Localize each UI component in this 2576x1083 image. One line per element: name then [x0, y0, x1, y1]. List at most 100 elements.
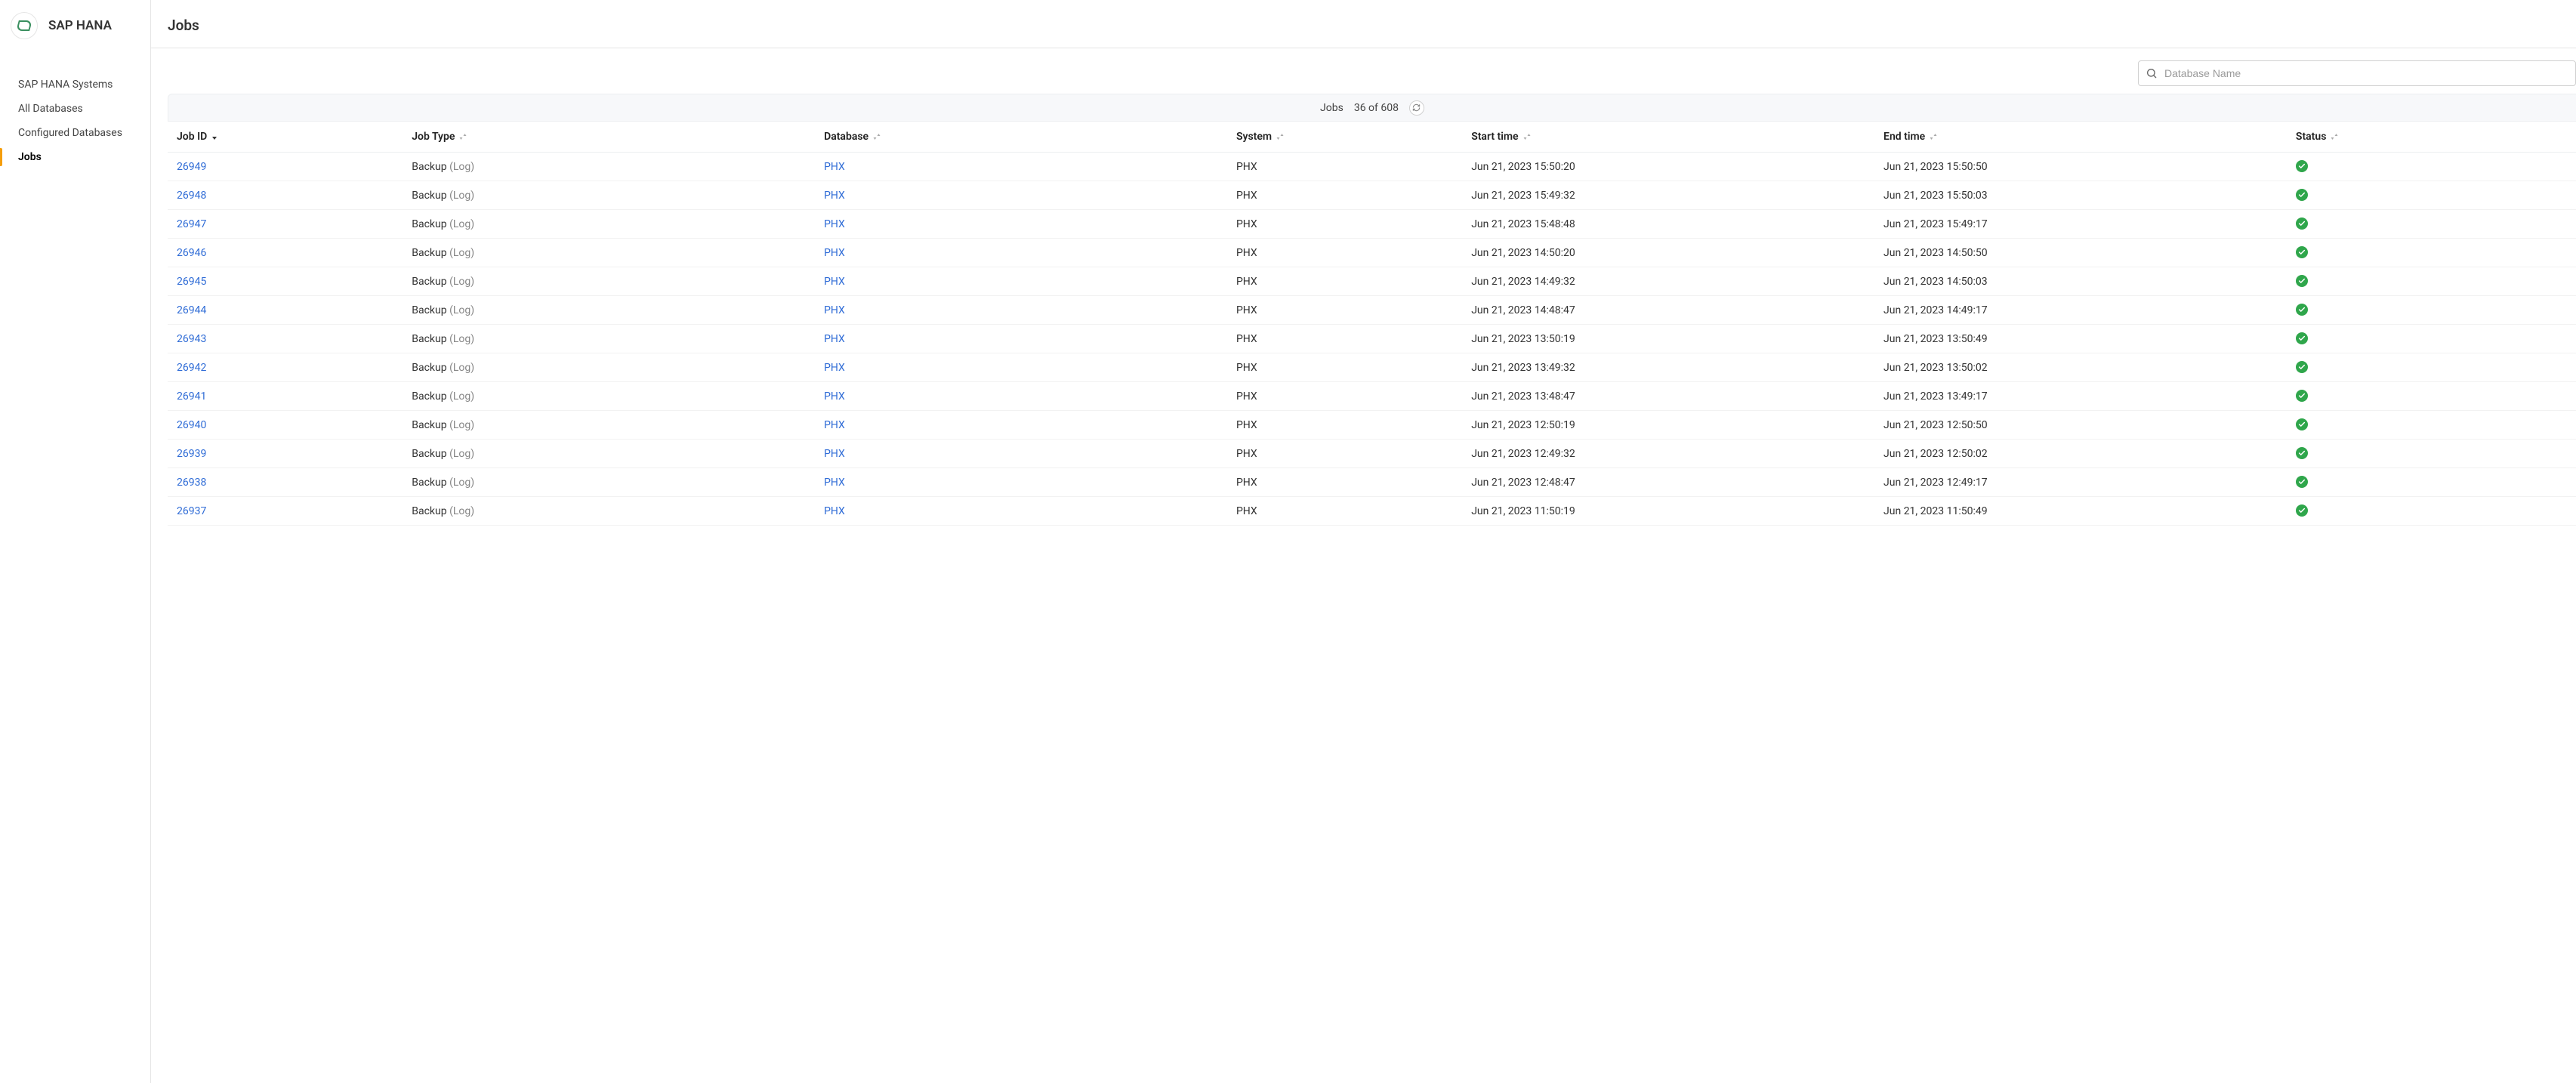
- end-time-cell: Jun 21, 2023 13:50:02: [1874, 353, 2287, 382]
- job-id-link[interactable]: 26942: [177, 362, 206, 374]
- job-id-link[interactable]: 26937: [177, 505, 206, 517]
- column-header-label: Start time: [1471, 131, 1518, 143]
- job-subtype: (Log): [449, 362, 474, 374]
- page-title: Jobs: [168, 17, 2559, 34]
- system-cell: PHX: [1227, 440, 1462, 468]
- search-input[interactable]: [2138, 60, 2576, 86]
- system-cell: PHX: [1227, 353, 1462, 382]
- start-time-cell: Jun 21, 2023 13:48:47: [1462, 382, 1874, 411]
- database-link[interactable]: PHX: [824, 362, 845, 374]
- job-type: Backup: [412, 448, 446, 460]
- table-row: 26942Backup (Log)PHXPHXJun 21, 2023 13:4…: [168, 353, 2576, 382]
- sidebar-item-sap-hana-systems[interactable]: SAP HANA Systems: [0, 73, 150, 97]
- job-id-link[interactable]: 26938: [177, 477, 206, 489]
- database-link[interactable]: PHX: [824, 419, 845, 431]
- sort-icon: [872, 132, 882, 141]
- start-time-cell: Jun 21, 2023 15:49:32: [1462, 181, 1874, 210]
- sidebar-item-jobs[interactable]: Jobs: [0, 145, 150, 169]
- job-type-cell: Backup (Log): [403, 210, 815, 239]
- job-id-link[interactable]: 26946: [177, 247, 206, 259]
- start-time-cell: Jun 21, 2023 14:50:20: [1462, 239, 1874, 267]
- table-row: 26945Backup (Log)PHXPHXJun 21, 2023 14:4…: [168, 267, 2576, 296]
- system-cell: PHX: [1227, 210, 1462, 239]
- job-type: Backup: [412, 304, 446, 316]
- job-type-cell: Backup (Log): [403, 468, 815, 497]
- table-count-banner: Jobs 36 of 608: [168, 94, 2576, 121]
- job-id-link[interactable]: 26947: [177, 218, 206, 230]
- column-header-system[interactable]: System: [1227, 122, 1462, 153]
- database-link[interactable]: PHX: [824, 190, 845, 202]
- job-type-cell: Backup (Log): [403, 382, 815, 411]
- system-cell: PHX: [1227, 497, 1462, 526]
- job-id-link[interactable]: 26943: [177, 333, 206, 345]
- database-link[interactable]: PHX: [824, 390, 845, 403]
- status-cell: [2287, 325, 2576, 353]
- status-success-icon: [2296, 189, 2308, 201]
- job-subtype: (Log): [449, 161, 474, 173]
- job-id-link[interactable]: 26941: [177, 390, 206, 403]
- database-link[interactable]: PHX: [824, 218, 845, 230]
- job-type-cell: Backup (Log): [403, 296, 815, 325]
- status-cell: [2287, 411, 2576, 440]
- database-link[interactable]: PHX: [824, 276, 845, 288]
- jobs-table: Job IDJob Type Database System Start time En…: [168, 121, 2576, 526]
- job-type-cell: Backup (Log): [403, 181, 815, 210]
- database-link[interactable]: PHX: [824, 505, 845, 517]
- job-subtype: (Log): [449, 505, 474, 517]
- job-type: Backup: [412, 362, 446, 374]
- status-cell: [2287, 468, 2576, 497]
- page-header: Jobs: [151, 0, 2576, 48]
- column-header-end-time[interactable]: End time: [1874, 122, 2287, 153]
- database-link[interactable]: PHX: [824, 161, 845, 173]
- job-id-link[interactable]: 26939: [177, 448, 206, 460]
- status-cell: [2287, 353, 2576, 382]
- status-cell: [2287, 267, 2576, 296]
- job-subtype: (Log): [449, 304, 474, 316]
- column-header-database[interactable]: Database: [815, 122, 1227, 153]
- database-link[interactable]: PHX: [824, 448, 845, 460]
- end-time-cell: Jun 21, 2023 14:49:17: [1874, 296, 2287, 325]
- start-time-cell: Jun 21, 2023 13:50:19: [1462, 325, 1874, 353]
- job-id-link[interactable]: 26948: [177, 190, 206, 202]
- sidebar-header: SAP HANA: [0, 0, 150, 51]
- status-success-icon: [2296, 418, 2308, 430]
- status-success-icon: [2296, 218, 2308, 230]
- job-id-link[interactable]: 26940: [177, 419, 206, 431]
- job-type-cell: Backup (Log): [403, 353, 815, 382]
- end-time-cell: Jun 21, 2023 12:50:02: [1874, 440, 2287, 468]
- end-time-cell: Jun 21, 2023 13:50:49: [1874, 325, 2287, 353]
- table-row: 26949Backup (Log)PHXPHXJun 21, 2023 15:5…: [168, 153, 2576, 181]
- column-header-status[interactable]: Status: [2287, 122, 2576, 153]
- main: Jobs Jobs 36 of 608: [151, 0, 2576, 1083]
- column-header-label: Database: [824, 131, 868, 143]
- end-time-cell: Jun 21, 2023 12:50:50: [1874, 411, 2287, 440]
- job-subtype: (Log): [449, 247, 474, 259]
- table-row: 26946Backup (Log)PHXPHXJun 21, 2023 14:5…: [168, 239, 2576, 267]
- database-link[interactable]: PHX: [824, 247, 845, 259]
- sort-icon: [1928, 132, 1939, 141]
- column-header-start-time[interactable]: Start time: [1462, 122, 1874, 153]
- column-header-job-type[interactable]: Job Type: [403, 122, 815, 153]
- sort-icon: [1522, 132, 1532, 141]
- start-time-cell: Jun 21, 2023 12:48:47: [1462, 468, 1874, 497]
- job-type: Backup: [412, 505, 446, 517]
- table-row: 26941Backup (Log)PHXPHXJun 21, 2023 13:4…: [168, 382, 2576, 411]
- job-id-link[interactable]: 26949: [177, 161, 206, 173]
- banner-label: Jobs: [1320, 102, 1344, 114]
- database-link[interactable]: PHX: [824, 477, 845, 489]
- job-type: Backup: [412, 333, 446, 345]
- job-id-link[interactable]: 26944: [177, 304, 206, 316]
- database-link[interactable]: PHX: [824, 304, 845, 316]
- sidebar-item-all-databases[interactable]: All Databases: [0, 97, 150, 121]
- banner-count: 36 of 608: [1354, 102, 1399, 114]
- column-header-job-id[interactable]: Job ID: [168, 122, 403, 153]
- sidebar-item-configured-databases[interactable]: Configured Databases: [0, 121, 150, 145]
- refresh-button[interactable]: [1409, 100, 1424, 116]
- status-success-icon: [2296, 476, 2308, 488]
- database-link[interactable]: PHX: [824, 333, 845, 345]
- start-time-cell: Jun 21, 2023 15:48:48: [1462, 210, 1874, 239]
- start-time-cell: Jun 21, 2023 12:49:32: [1462, 440, 1874, 468]
- job-id-link[interactable]: 26945: [177, 276, 206, 288]
- status-cell: [2287, 440, 2576, 468]
- system-cell: PHX: [1227, 411, 1462, 440]
